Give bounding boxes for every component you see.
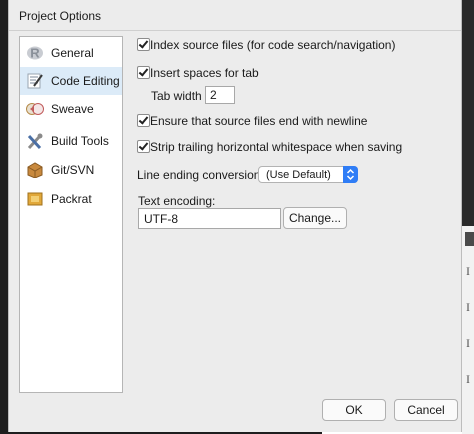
sweave-icon	[26, 101, 44, 117]
ensure-newline-label: Ensure that source files end with newlin…	[150, 114, 368, 128]
tab-width-label: Tab width	[151, 89, 202, 103]
background-tab	[465, 232, 474, 246]
title-bar: Project Options	[9, 0, 461, 31]
sidebar-item-label: Packrat	[51, 192, 92, 206]
strip-whitespace-label: Strip trailing horizontal whitespace whe…	[150, 140, 403, 154]
ensure-newline-checkbox[interactable]	[137, 114, 150, 127]
select-arrows-icon	[343, 166, 358, 183]
cancel-button[interactable]: Cancel	[394, 399, 458, 421]
ok-button[interactable]: OK	[322, 399, 386, 421]
sidebar-item-packrat[interactable]: Packrat	[20, 185, 122, 213]
dialog-title: Project Options	[19, 9, 102, 23]
line-ending-select[interactable]: (Use Default)	[258, 166, 358, 183]
text-encoding-label: Text encoding:	[138, 194, 216, 208]
sidebar-item-label: Sweave	[51, 102, 94, 116]
git-svn-icon	[26, 162, 44, 179]
sidebar-item-label: Git/SVN	[51, 163, 95, 177]
sidebar-item-general[interactable]: R General	[20, 39, 122, 67]
sidebar-item-build-tools[interactable]: Build Tools	[20, 127, 122, 155]
text-encoding-input[interactable]	[138, 208, 281, 229]
options-sidebar: R General Code Editing Sweave Build Tool…	[19, 36, 123, 393]
sidebar-item-label: Build Tools	[51, 134, 109, 148]
packrat-icon	[26, 191, 44, 207]
sidebar-item-git-svn[interactable]: Git/SVN	[20, 156, 122, 184]
background-window-edge: I I I I	[462, 0, 474, 434]
sidebar-item-code-editing[interactable]: Code Editing	[20, 67, 122, 95]
index-source-label: Index source files (for code search/navi…	[150, 38, 396, 52]
sidebar-item-sweave[interactable]: Sweave	[20, 95, 122, 123]
project-options-dialog: Project Options R General Code Editing S…	[8, 0, 462, 432]
svg-text:R: R	[30, 46, 40, 61]
build-tools-icon	[26, 133, 44, 150]
sidebar-item-label: Code Editing	[51, 74, 120, 88]
index-source-checkbox[interactable]	[137, 38, 150, 51]
tab-width-input[interactable]	[205, 86, 235, 104]
code-editing-icon	[26, 73, 44, 89]
change-encoding-button[interactable]: Change...	[283, 207, 347, 229]
insert-spaces-checkbox[interactable]	[137, 66, 150, 79]
sidebar-item-label: General	[51, 46, 94, 60]
line-ending-value: (Use Default)	[266, 169, 331, 181]
strip-whitespace-checkbox[interactable]	[137, 140, 150, 153]
insert-spaces-label: Insert spaces for tab	[150, 66, 259, 80]
r-logo-icon: R	[26, 45, 44, 61]
line-ending-label: Line ending conversion:	[137, 168, 264, 182]
